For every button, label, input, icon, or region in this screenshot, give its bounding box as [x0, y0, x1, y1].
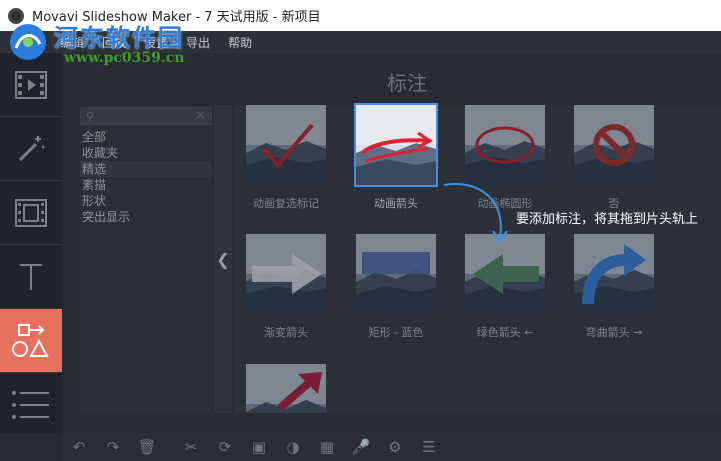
category-item-favorites[interactable]: 收藏夹 — [80, 145, 212, 161]
sidebar-transitions-button[interactable] — [0, 181, 62, 245]
edit-toolbar: ↶ ↷ 🗑 ✂ ⟳ ▣ ◑ ▦ 🎤 ⚙ ☰ — [62, 433, 721, 461]
category-panel: ⚲ × 全部 收藏夹 精选 素描 形状 突出显示 — [80, 105, 212, 413]
crop-icon: ▣ — [251, 438, 267, 456]
landscape-thumbnail — [246, 364, 326, 413]
equalizer-icon: ☰ — [422, 438, 436, 456]
sidebar-callouts-button[interactable] — [0, 309, 62, 373]
clear-search-icon[interactable]: × — [195, 108, 206, 123]
tile-label: 渐变箭头 — [264, 326, 308, 339]
landscape-thumbnail — [356, 234, 436, 314]
magic-wand-icon — [18, 135, 45, 161]
menu-playback[interactable]: 回放 — [102, 34, 126, 51]
gear-icon: ⚙ — [388, 438, 402, 456]
search-icon: ⚲ — [86, 110, 95, 123]
sidebar-media-button[interactable] — [0, 53, 62, 117]
drag-hint-text: 要添加标注，将其拖到片头轨上 — [516, 212, 699, 227]
menu-export[interactable]: 导出 — [186, 34, 210, 51]
app-icon — [8, 7, 24, 24]
transition-icon — [15, 198, 47, 227]
tile-gradient-arrow[interactable] — [246, 234, 326, 314]
mic-icon: 🎤 — [351, 438, 371, 456]
delete-button[interactable]: 🗑 — [130, 433, 164, 461]
undo-button[interactable]: ↶ — [62, 433, 96, 461]
section-title: 标注 — [387, 71, 427, 95]
sidebar — [0, 53, 62, 433]
redo-icon: ↷ — [106, 438, 120, 456]
tile-animated-arrow[interactable] — [354, 103, 438, 187]
rotate-button[interactable]: ⟳ — [208, 433, 242, 461]
category-item-all[interactable]: 全部 — [80, 129, 212, 145]
menu-edit[interactable]: 编辑 — [60, 34, 84, 51]
tile-no-sign[interactable] — [574, 105, 654, 185]
equalizer-button[interactable]: ☰ — [412, 433, 446, 461]
callouts-panel: 标注 ⚲ × 全部 收藏夹 精选 素描 形状 突出显示 ❮ 动画复选标记 动画箭… — [62, 53, 721, 433]
rotate-icon: ⟳ — [218, 438, 232, 456]
tile-curved-arrow[interactable] — [574, 234, 654, 314]
list-icon — [12, 391, 49, 419]
shapes-icon — [12, 323, 49, 357]
menu-bar: 编辑 回放 设置 导出 帮助 — [0, 31, 721, 53]
crop-button[interactable]: ▣ — [242, 433, 276, 461]
tile-label: 矩形 - 蓝色 — [368, 326, 424, 339]
collapse-panel-button[interactable]: ❮ — [214, 105, 232, 413]
category-item-featured[interactable]: 精选 — [80, 161, 212, 177]
chevron-left-icon: ❮ — [216, 249, 230, 269]
redo-button[interactable]: ↷ — [96, 433, 130, 461]
image-icon: ▦ — [319, 438, 335, 456]
landscape-thumbnail — [574, 234, 654, 314]
menu-settings[interactable]: 设置 — [144, 34, 168, 51]
search-input[interactable]: ⚲ × — [80, 107, 212, 125]
toolbar-divider — [164, 433, 174, 461]
settings-button[interactable]: ⚙ — [378, 433, 412, 461]
window-title: Movavi Slideshow Maker - 7 天试用版 - 新项目 — [32, 10, 321, 25]
trash-icon: 🗑 — [137, 438, 157, 456]
color-button[interactable]: ◑ — [276, 433, 310, 461]
color-icon: ◑ — [286, 438, 300, 456]
tile-diagonal-arrow[interactable] — [246, 364, 326, 413]
app-window: Movavi Slideshow Maker - 7 天试用版 - 新项目 编辑… — [0, 0, 721, 461]
cut-icon: ✂ — [184, 438, 198, 456]
tile-rectangle-blue[interactable] — [356, 234, 436, 314]
tile-label: 动画箭头 — [374, 197, 418, 210]
undo-icon: ↶ — [72, 438, 86, 456]
film-icon — [15, 70, 47, 99]
sidebar-titles-button[interactable] — [0, 245, 62, 309]
category-item-highlight[interactable]: 突出显示 — [80, 209, 212, 225]
sidebar-filters-button[interactable] — [0, 117, 62, 181]
tile-label: 弯曲箭头 → — [585, 326, 643, 339]
tile-label: 动画复选标记 — [253, 197, 319, 210]
tile-label: 绿色箭头 ← — [476, 326, 534, 339]
category-item-sketch[interactable]: 素描 — [80, 177, 212, 193]
mic-button[interactable]: 🎤 — [344, 433, 378, 461]
landscape-thumbnail — [356, 105, 436, 185]
landscape-thumbnail — [246, 234, 326, 314]
drag-hint-arrow-icon — [443, 183, 508, 243]
tile-animated-checkmark[interactable] — [246, 105, 326, 185]
title-bar: Movavi Slideshow Maker - 7 天试用版 - 新项目 — [0, 0, 721, 31]
category-item-shapes[interactable]: 形状 — [80, 193, 212, 209]
menu-help[interactable]: 帮助 — [228, 34, 252, 51]
landscape-thumbnail — [574, 105, 654, 185]
text-icon — [20, 263, 42, 290]
tile-animated-ellipse[interactable] — [465, 105, 545, 185]
landscape-thumbnail — [465, 105, 545, 185]
cut-button[interactable]: ✂ — [174, 433, 208, 461]
image-button[interactable]: ▦ — [310, 433, 344, 461]
landscape-thumbnail — [246, 105, 326, 185]
sidebar-more-button[interactable] — [0, 373, 62, 437]
